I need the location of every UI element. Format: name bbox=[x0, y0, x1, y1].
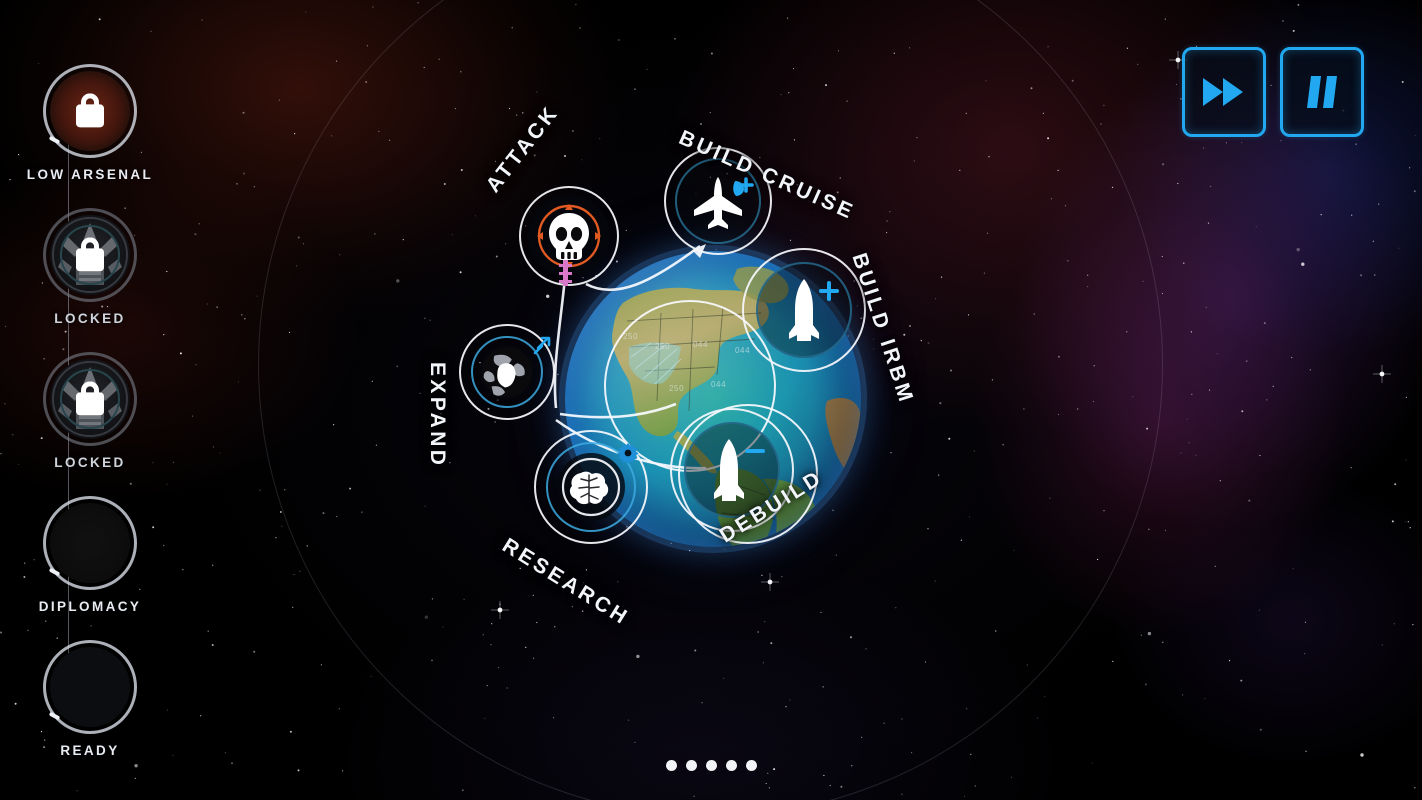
ready-disc[interactable] bbox=[43, 640, 137, 734]
rail-item-label: LOCKED bbox=[54, 311, 126, 326]
radial-node-debuild[interactable]: DEBUILD bbox=[670, 408, 827, 547]
radial-node-research[interactable]: RESEARCH bbox=[498, 430, 648, 630]
radial-node-label: EXPAND bbox=[426, 362, 449, 469]
territory-icon bbox=[481, 346, 533, 398]
radial-node-build-irbm[interactable]: BUILD IRBM bbox=[742, 248, 918, 407]
rail-item-diplomacy[interactable]: DIPLOMACY bbox=[0, 496, 180, 614]
fast-forward-icon bbox=[1203, 78, 1243, 106]
rail-item-label: LOCKED bbox=[54, 455, 126, 470]
expand-arrows-icon bbox=[533, 336, 551, 355]
page-dot[interactable] bbox=[705, 760, 717, 771]
page-indicator[interactable] bbox=[0, 760, 1422, 771]
fast-forward-button[interactable] bbox=[1182, 47, 1266, 137]
page-dot[interactable] bbox=[665, 760, 677, 771]
rail-item-locked-slot-2[interactable]: LOCKED bbox=[0, 352, 180, 470]
transport-controls bbox=[1182, 47, 1364, 137]
locked-slot-2-disc[interactable] bbox=[43, 352, 137, 446]
rail-item-label: LOW ARSENAL bbox=[26, 167, 154, 182]
low-arsenal-disc[interactable] bbox=[43, 64, 137, 158]
radial-node-build-cruise[interactable]: BUILD CRUISE bbox=[664, 126, 859, 255]
gear-icon bbox=[617, 443, 639, 464]
brain-icon bbox=[561, 457, 621, 517]
page-dot[interactable] bbox=[725, 760, 737, 771]
rail-item-low-arsenal[interactable]: LOW ARSENAL bbox=[0, 64, 180, 182]
pause-button[interactable] bbox=[1280, 47, 1364, 137]
page-dot[interactable] bbox=[685, 760, 697, 771]
rail-item-locked-slot-1[interactable]: LOCKED bbox=[0, 208, 180, 326]
radial-node-expand[interactable]: EXPAND bbox=[426, 324, 555, 468]
attack-target-marker bbox=[559, 260, 572, 286]
rail-item-ready[interactable]: READY bbox=[0, 640, 180, 758]
pause-icon bbox=[1307, 76, 1337, 108]
missile-icon bbox=[789, 279, 839, 341]
page-dot[interactable] bbox=[745, 760, 757, 771]
rail-item-label: READY bbox=[60, 743, 120, 758]
diplomacy-disc[interactable] bbox=[43, 496, 137, 590]
locked-slot-1-disc[interactable] bbox=[43, 208, 137, 302]
rail-item-label: DIPLOMACY bbox=[38, 599, 142, 614]
